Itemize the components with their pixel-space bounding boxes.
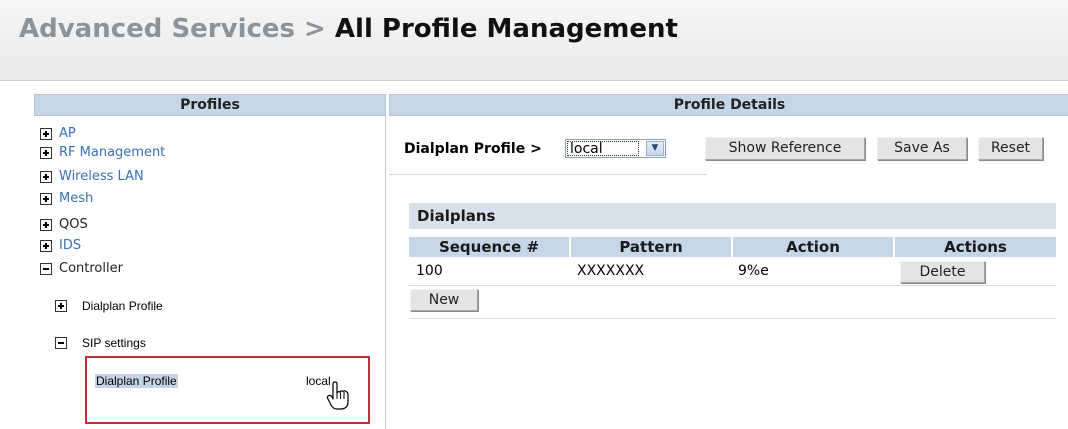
- plus-box-icon[interactable]: [40, 240, 52, 252]
- cell-pattern: XXXXXXX: [577, 263, 645, 279]
- tree-item-label[interactable]: Dialplan Profile: [82, 297, 163, 315]
- dialplans-section-title: Dialplans: [409, 203, 1056, 229]
- plus-box-icon[interactable]: [40, 193, 52, 205]
- breadcrumb-parent[interactable]: Advanced Services >: [19, 14, 326, 44]
- tree-item-label[interactable]: QOS: [59, 216, 88, 234]
- dialplan-profile-select[interactable]: local ▼: [565, 139, 666, 158]
- page-title: Advanced Services > All Profile Manageme…: [19, 14, 678, 44]
- tree-item-label[interactable]: SIP settings: [82, 334, 146, 352]
- tree-item-label[interactable]: IDS: [59, 237, 81, 255]
- plus-box-icon[interactable]: [40, 147, 52, 159]
- row-divider: [409, 285, 1056, 286]
- profile-details-header: Profile Details: [389, 94, 1068, 116]
- show-reference-button[interactable]: Show Reference: [705, 137, 865, 160]
- tree-item-label[interactable]: Controller: [59, 260, 123, 278]
- row-divider: [409, 318, 1056, 319]
- tree-item-label[interactable]: Wireless LAN: [59, 168, 144, 186]
- tree-item-label[interactable]: RF Management: [59, 144, 165, 162]
- tree-item-label[interactable]: AP: [59, 125, 76, 143]
- selected-setting-name[interactable]: Dialplan Profile: [95, 374, 178, 388]
- plus-box-icon[interactable]: [55, 300, 67, 312]
- breadcrumb-current: All Profile Management: [334, 14, 678, 44]
- new-button[interactable]: New: [410, 289, 478, 311]
- hand-pointer-icon: [326, 381, 349, 410]
- delete-button[interactable]: Delete: [900, 261, 985, 283]
- minus-box-icon[interactable]: [55, 337, 67, 349]
- column-header-pattern: Pattern: [571, 237, 731, 257]
- cell-sequence: 100: [416, 263, 443, 279]
- column-header-action: Action: [733, 237, 893, 257]
- divider: [389, 174, 707, 175]
- reset-button[interactable]: Reset: [978, 137, 1043, 160]
- select-value[interactable]: local: [567, 141, 639, 157]
- chevron-down-icon[interactable]: ▼: [646, 141, 664, 156]
- cell-action: 9%e: [738, 263, 769, 279]
- plus-box-icon[interactable]: [40, 171, 52, 183]
- save-as-button[interactable]: Save As: [877, 137, 967, 160]
- minus-box-icon[interactable]: [40, 263, 52, 275]
- dialplan-profile-label: Dialplan Profile >: [404, 141, 542, 157]
- tree-item-label[interactable]: Mesh: [59, 190, 93, 208]
- plus-box-icon[interactable]: [40, 128, 52, 140]
- plus-box-icon[interactable]: [40, 219, 52, 231]
- column-header-actions: Actions: [895, 237, 1056, 257]
- profiles-header: Profiles: [34, 94, 386, 116]
- column-header-sequence: Sequence #: [409, 237, 569, 257]
- title-bar: Advanced Services > All Profile Manageme…: [0, 0, 1068, 81]
